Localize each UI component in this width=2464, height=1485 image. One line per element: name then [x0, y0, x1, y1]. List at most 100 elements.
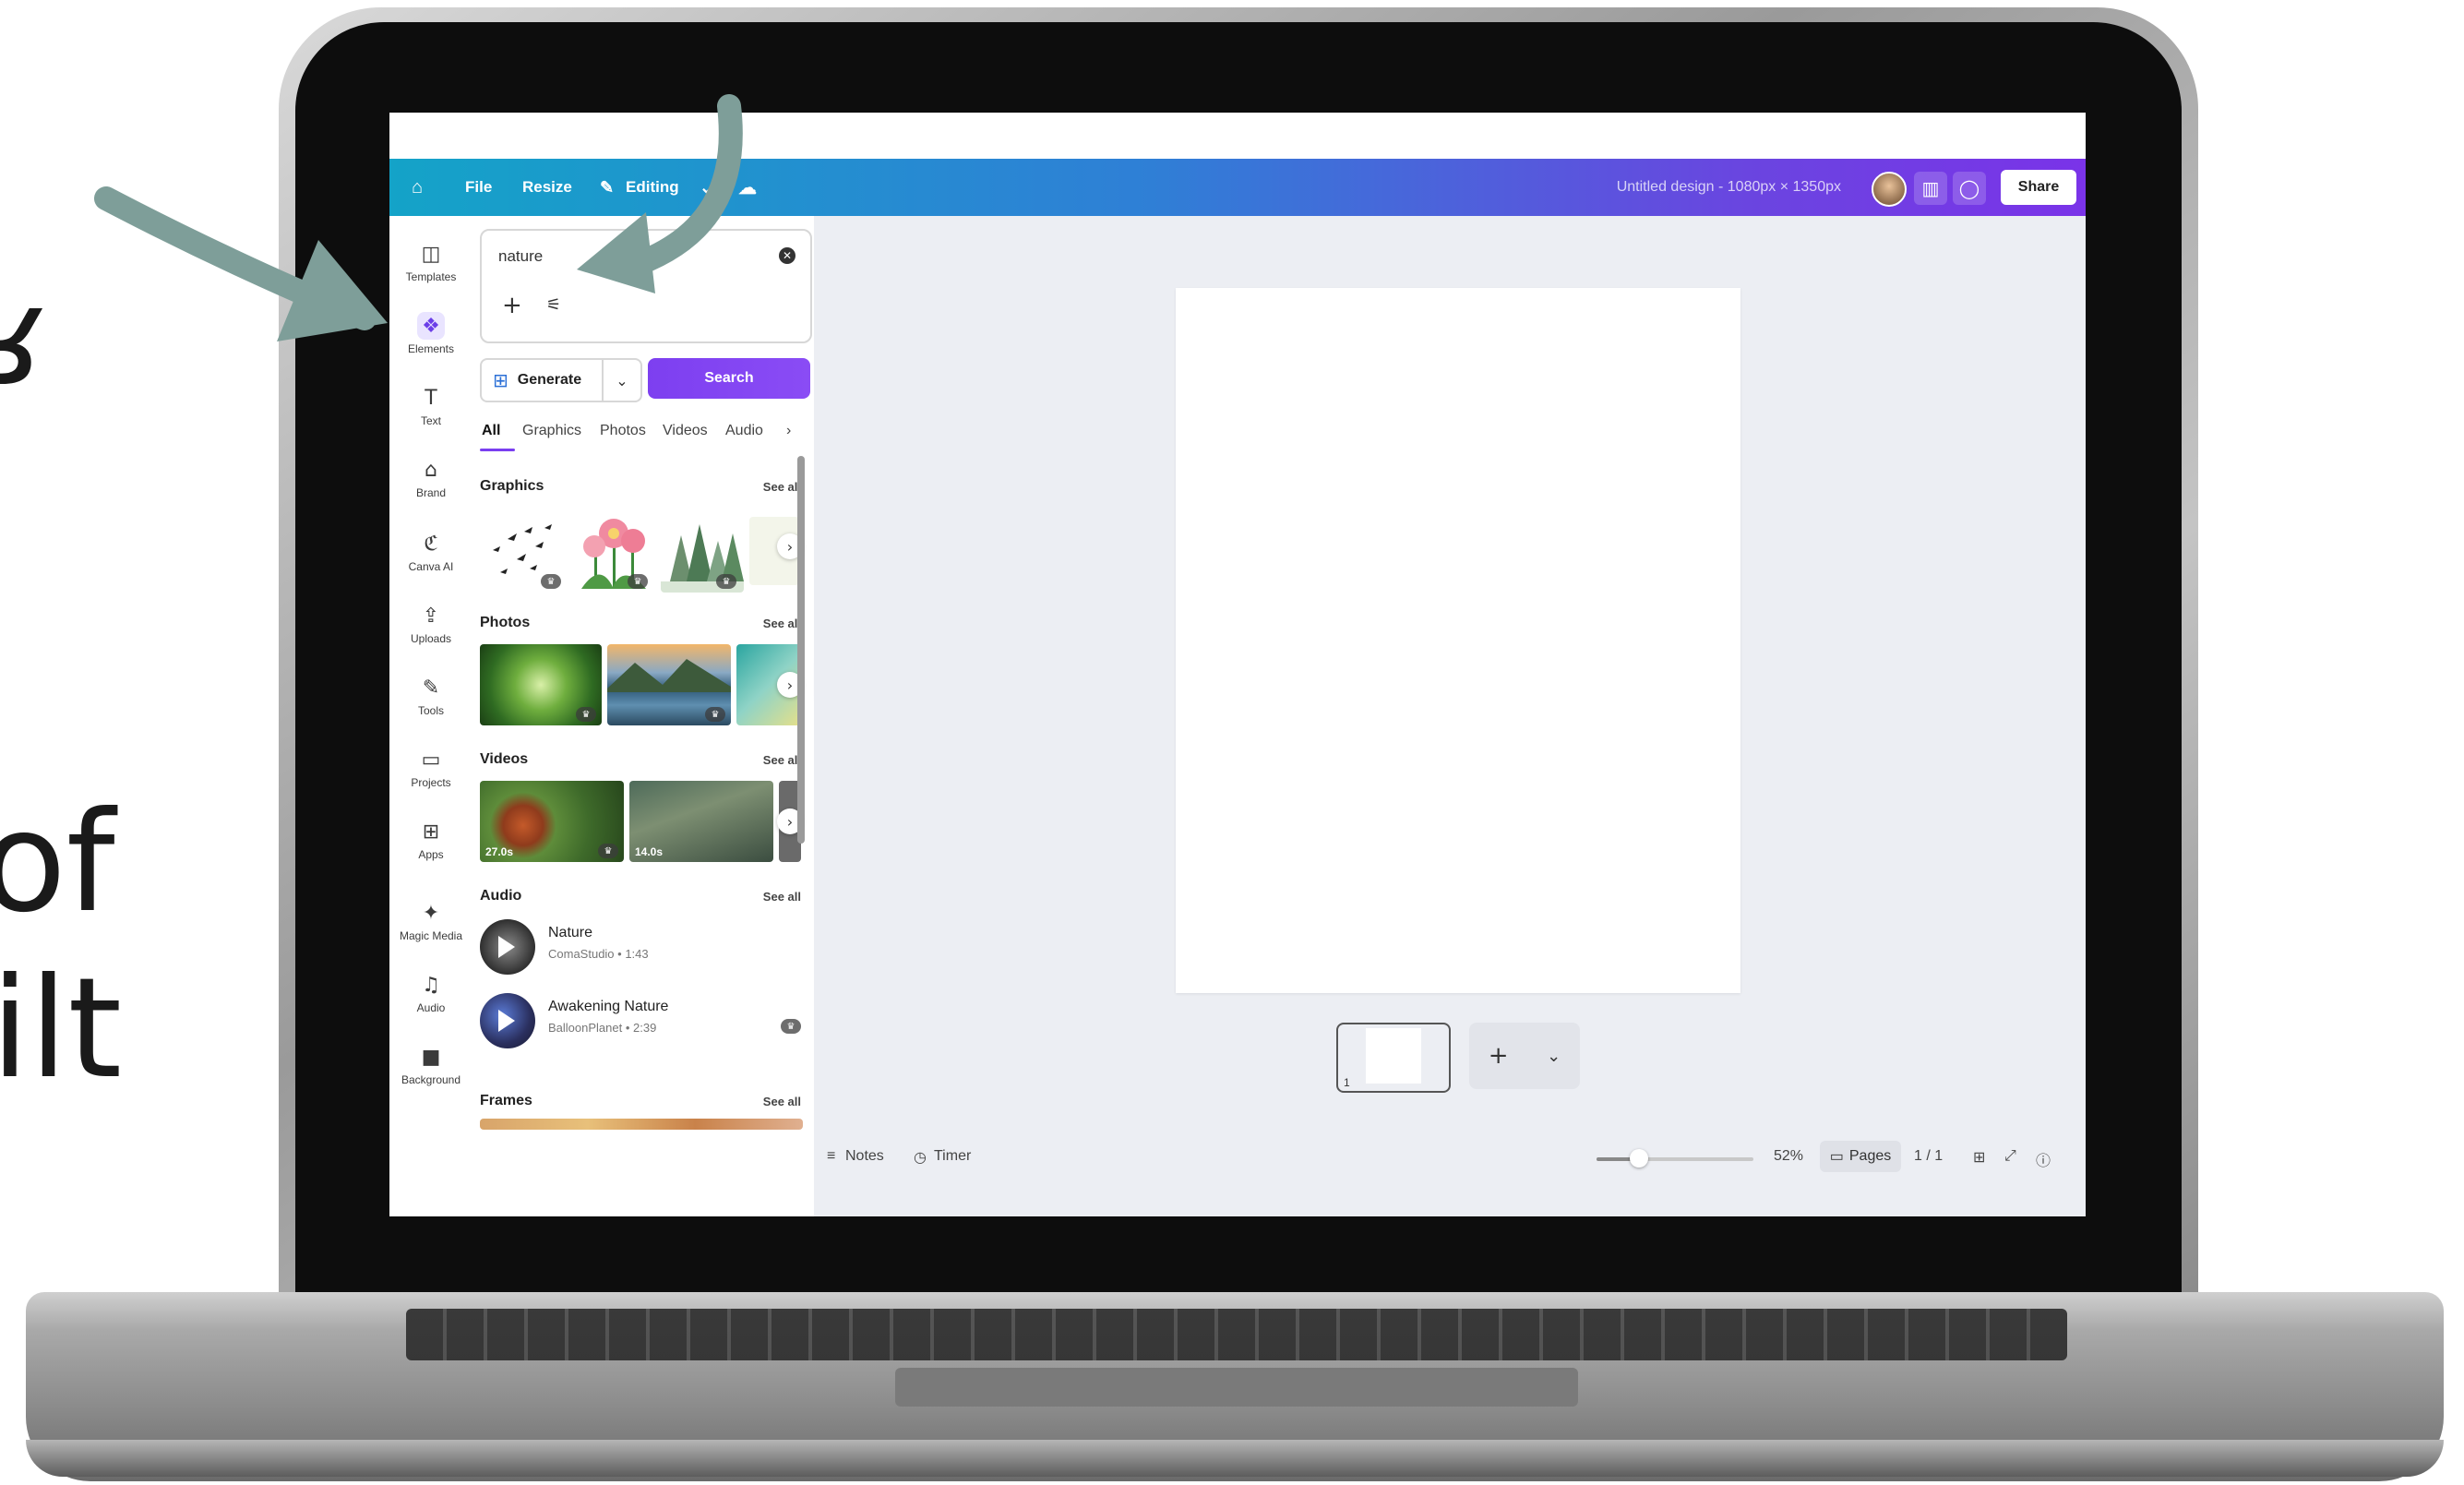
crown-icon: ♛: [598, 844, 618, 858]
timer-icon: ◷: [914, 1150, 927, 1166]
tab-audio[interactable]: Audio: [725, 423, 763, 439]
help-icon[interactable]: ⓘ: [2036, 1148, 2051, 1170]
zoom-level[interactable]: 52%: [1774, 1148, 1803, 1165]
tools-icon: ✎: [422, 676, 440, 700]
zoom-slider[interactable]: [1597, 1149, 1753, 1168]
avatar[interactable]: [1872, 172, 1907, 207]
chevron-down-icon[interactable]: ⌄: [602, 360, 640, 401]
audio-icon: ♫: [422, 973, 440, 997]
see-all-frames[interactable]: See all: [763, 1095, 801, 1108]
see-all-audio[interactable]: See all: [763, 890, 801, 904]
photo-bamboo[interactable]: ♛: [480, 644, 602, 725]
graphic-birds[interactable]: ♛: [480, 508, 568, 593]
graphic-flowers[interactable]: ♛: [572, 506, 655, 593]
crown-icon: ♛: [628, 574, 648, 589]
notes-button[interactable]: Notes: [845, 1148, 884, 1165]
laptop-screen: ⌂ File Resize ✎ Editing ⌄ ☁ Untitled des…: [389, 113, 2086, 1216]
rail-label: Magic Media: [399, 929, 463, 942]
page-thumbnail[interactable]: 1: [1336, 1023, 1451, 1093]
rail-item-templates[interactable]: ◫ Templates: [389, 240, 472, 305]
comment-icon[interactable]: ◯: [1953, 172, 1986, 205]
see-all-graphics[interactable]: See all: [763, 480, 801, 494]
see-all-photos[interactable]: See all: [763, 617, 801, 630]
rail-item-uploads[interactable]: ⇪ Uploads: [389, 602, 472, 666]
zoom-slider-handle[interactable]: [1629, 1149, 1648, 1168]
editing-menu[interactable]: Editing: [626, 159, 679, 216]
rail-item-tools[interactable]: ✎ Tools: [389, 674, 472, 738]
video-duration: 14.0s: [635, 845, 664, 858]
content-tabs: All Graphics Photos Videos Audio ›: [480, 415, 812, 452]
tab-videos[interactable]: Videos: [663, 423, 708, 439]
bar-chart-icon[interactable]: ▥: [1914, 172, 1947, 205]
generate-button[interactable]: ⊞ Generate ⌄: [480, 358, 642, 402]
rail-item-text[interactable]: T Text: [389, 384, 472, 449]
chevron-down-icon[interactable]: ⌄: [1547, 1047, 1561, 1066]
canva-ai-icon: ℭ: [424, 532, 438, 556]
frames-preview[interactable]: [480, 1119, 803, 1130]
section-title-graphics: Graphics: [480, 478, 544, 494]
elements-panel: nature ✕ + ⚟ ⊞ Generate ⌄ Search All Gra…: [472, 216, 814, 1216]
crown-icon: ♛: [541, 574, 561, 589]
rail-label: Templates: [405, 270, 457, 283]
photo-lake[interactable]: ♛: [607, 644, 731, 725]
plus-icon: +: [1488, 1042, 1509, 1070]
video-red-panda[interactable]: 27.0s ♛: [480, 781, 624, 862]
timer-button[interactable]: Timer: [934, 1148, 971, 1165]
page-count: 1 / 1: [1914, 1148, 1944, 1164]
share-button[interactable]: Share: [2001, 170, 2076, 205]
rail-item-brand[interactable]: ⌂ Brand: [389, 456, 472, 521]
cloud-sync-icon[interactable]: ☁: [738, 159, 757, 216]
panel-scrollbar[interactable]: [797, 456, 805, 844]
tab-all[interactable]: All: [482, 423, 500, 439]
tab-graphics[interactable]: Graphics: [522, 423, 581, 439]
chevron-down-icon[interactable]: ⌄: [700, 159, 713, 216]
side-text-line-4: ilt: [0, 949, 123, 1109]
rail-item-apps[interactable]: ⊞ Apps: [389, 818, 472, 882]
rail-item-background[interactable]: ■ Background: [389, 1043, 472, 1108]
tab-photos[interactable]: Photos: [600, 423, 646, 439]
search-button[interactable]: Search: [648, 358, 810, 399]
see-all-videos[interactable]: See all: [763, 753, 801, 767]
video-duration: 27.0s: [485, 845, 514, 858]
laptop-trackpad: [895, 1368, 1578, 1407]
audio-title: Awakening Nature: [548, 999, 669, 1014]
rail-label: Uploads: [410, 632, 452, 645]
side-text-line-3: of: [0, 783, 115, 943]
add-page-button[interactable]: + ⌄: [1469, 1023, 1580, 1089]
file-menu[interactable]: File: [465, 159, 492, 216]
search-box[interactable]: nature ✕ + ⚟: [480, 229, 812, 343]
uploads-icon: ⇪: [422, 604, 440, 628]
side-text-line-1: ʁ: [0, 257, 47, 417]
play-icon[interactable]: [498, 936, 515, 958]
clear-search-icon[interactable]: ✕: [779, 247, 795, 264]
pages-button[interactable]: ▭ Pages: [1820, 1141, 1901, 1172]
play-icon[interactable]: [498, 1010, 515, 1032]
add-icon[interactable]: +: [502, 292, 522, 319]
page-thumbnail-preview: [1366, 1028, 1421, 1084]
rail-item-magic-media[interactable]: ✦ Magic Media: [389, 899, 472, 964]
home-icon[interactable]: ⌂: [412, 159, 423, 216]
apps-icon: ⊞: [422, 820, 440, 844]
search-input[interactable]: nature: [498, 247, 543, 266]
section-title-photos: Photos: [480, 615, 531, 630]
background-icon: ■: [421, 1045, 441, 1069]
rail-item-projects[interactable]: ▭ Projects: [389, 746, 472, 810]
section-title-frames: Frames: [480, 1093, 532, 1108]
resize-menu[interactable]: Resize: [522, 159, 572, 216]
generate-icon: ⊞: [493, 369, 508, 391]
rail-item-canva-ai[interactable]: ℭ Canva AI: [389, 530, 472, 594]
fullscreen-icon[interactable]: ⤢: [2004, 1148, 2016, 1165]
graphic-forest[interactable]: ♛: [661, 508, 744, 593]
video-hiker[interactable]: 14.0s: [629, 781, 773, 862]
filter-icon[interactable]: ⚟: [546, 295, 561, 315]
design-page[interactable]: [1176, 288, 1740, 993]
rail-item-elements[interactable]: ❖ Elements: [389, 312, 472, 377]
rail-label: Audio: [416, 1001, 446, 1014]
grid-view-icon[interactable]: ⊞: [1973, 1148, 1985, 1167]
design-title[interactable]: Untitled design - 1080px × 1350px: [1617, 159, 1841, 216]
list-item[interactable]: Awakening Nature BalloonPlanet • 2:39 ♛: [480, 993, 808, 1052]
rail-item-audio[interactable]: ♫ Audio: [389, 971, 472, 1036]
list-item[interactable]: Nature ComaStudio • 1:43: [480, 919, 808, 978]
notes-icon: ≡: [827, 1148, 836, 1164]
chevron-right-icon[interactable]: ›: [786, 423, 791, 439]
